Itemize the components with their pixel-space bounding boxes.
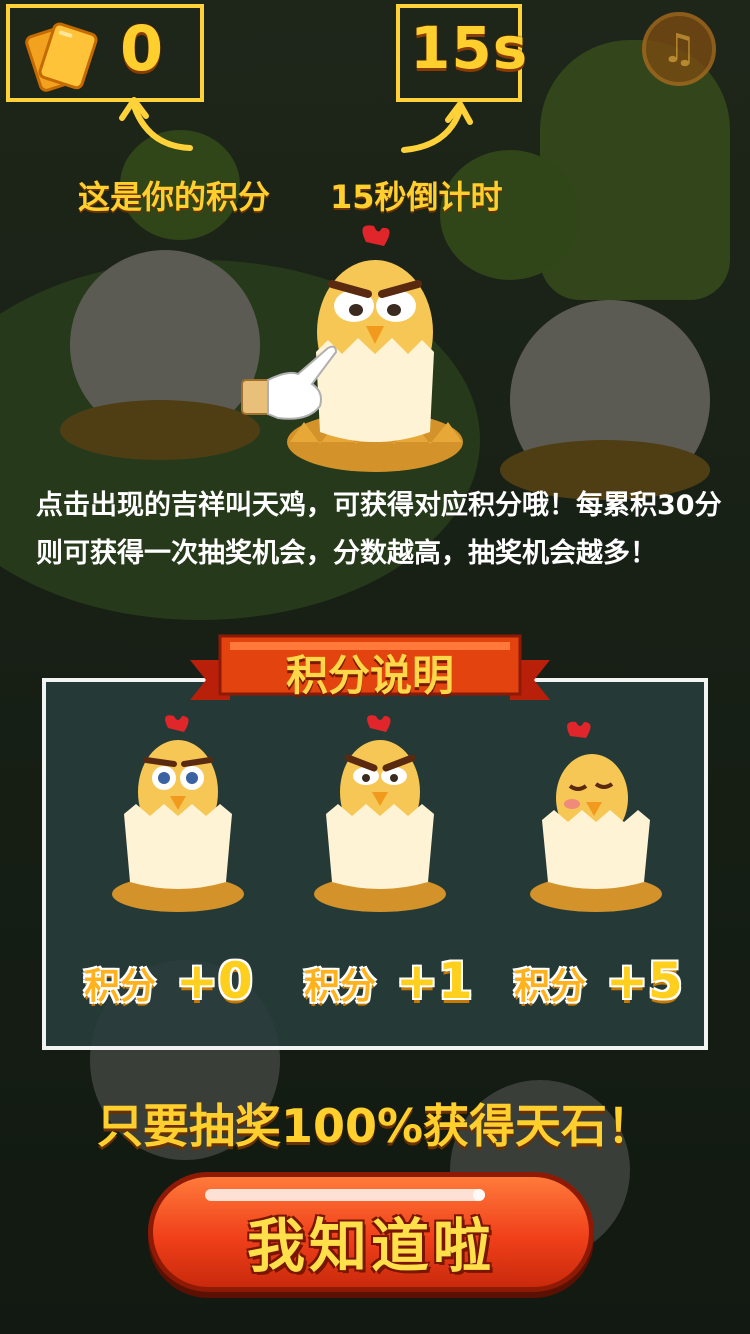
cards-icon (25, 22, 98, 92)
got-it-label: 我知道啦 (246, 1212, 495, 1280)
scoring-title: 积分说明 (285, 651, 454, 700)
timer-hint: 15秒倒计时 (330, 178, 503, 216)
points-entry: 积分 +0 (84, 952, 253, 1010)
curved-arrow-icon (119, 97, 193, 151)
music-note-icon: ♫ (661, 26, 697, 72)
angry-chick (314, 715, 446, 912)
game-screen: 0 15s ♫ 这是你的积分 15秒倒计时 点击出现的吉祥叫天鸡，可获得对应积分… (0, 0, 750, 1334)
timer-value: 15s (410, 14, 529, 82)
surprised-chick (112, 715, 244, 912)
points-label: 积分 (84, 966, 157, 1007)
timer-box: 15s (396, 4, 527, 102)
score-hint: 这是你的积分 (78, 178, 271, 216)
points-label: 积分 (514, 966, 587, 1007)
got-it-button[interactable]: 我知道啦 (148, 1172, 594, 1292)
points-entry: 积分 +1 (304, 952, 473, 1010)
points-value: +5 (606, 952, 683, 1010)
promo-text: 只要抽奖100%获得天石！ (96, 1099, 654, 1153)
pointing-hand-icon (241, 345, 338, 420)
music-button[interactable]: ♫ (642, 12, 716, 86)
points-value: +1 (396, 952, 473, 1010)
scoring-title-ribbon: 积分说明 (190, 630, 550, 710)
score-value: 0 (120, 12, 164, 85)
sleepy-chick (530, 721, 662, 912)
points-label: 积分 (304, 966, 377, 1007)
score-box: 0 (6, 4, 204, 102)
points-value: +0 (176, 952, 253, 1010)
curved-arrow-icon (401, 101, 473, 153)
scoring-panel: 积分 +0 积分 +1 积分 +5 (42, 678, 708, 1050)
instructions-text: 点击出现的吉祥叫天鸡，可获得对应积分哦！每累积30分则可获得一次抽奖机会，分数越… (36, 490, 722, 569)
points-entry: 积分 +5 (514, 952, 683, 1010)
